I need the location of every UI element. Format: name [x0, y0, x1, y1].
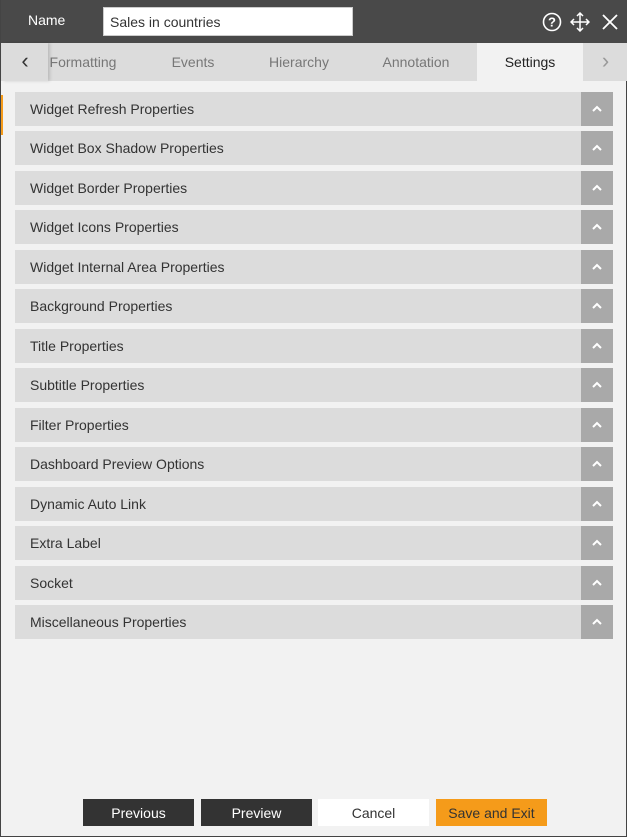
previous-button[interactable]: Previous [83, 799, 194, 826]
help-icon[interactable]: ? [542, 12, 562, 32]
tab-scroll-right-button[interactable]: › [583, 43, 627, 81]
tab-formatting[interactable]: Formatting [48, 43, 118, 81]
section-header[interactable]: Socket [15, 565, 613, 600]
chevron-up-icon[interactable] [581, 407, 613, 442]
section-header[interactable]: Filter Properties [15, 407, 613, 442]
chevron-up-icon[interactable] [581, 368, 613, 403]
section-label: Widget Border Properties [30, 179, 188, 196]
section-label: Miscellaneous Properties [30, 613, 187, 630]
chevron-up-icon[interactable] [581, 170, 613, 205]
section-header[interactable]: Widget Box Shadow Properties [15, 131, 613, 166]
tab-annotation[interactable]: Annotation [366, 43, 466, 81]
section-header[interactable]: Widget Internal Area Properties [15, 249, 613, 284]
section-label: Widget Refresh Properties [30, 101, 195, 117]
close-icon[interactable] [600, 12, 620, 32]
header: Name ? [1, 0, 627, 43]
name-label: Name [28, 12, 66, 28]
preview-button[interactable]: Preview [201, 799, 312, 826]
section-header[interactable]: Widget Refresh Properties [15, 92, 613, 126]
section-label: Widget Internal Area Properties [30, 258, 225, 275]
section-header[interactable]: Background Properties [15, 289, 613, 324]
section-header[interactable]: Miscellaneous Properties [15, 604, 613, 639]
section-label: Widget Icons Properties [30, 219, 179, 236]
accent-bar [1, 95, 3, 135]
section-header[interactable]: Title Properties [15, 328, 613, 363]
chevron-up-icon[interactable] [581, 486, 613, 521]
chevron-up-icon[interactable] [581, 210, 613, 245]
chevron-up-icon[interactable] [581, 604, 613, 639]
section-label: Title Properties [30, 337, 124, 354]
tab-events[interactable]: Events [151, 43, 235, 81]
section-label: Socket [30, 574, 73, 591]
chevron-up-icon[interactable] [581, 526, 613, 561]
svg-text:?: ? [548, 15, 556, 30]
chevron-up-icon[interactable] [581, 249, 613, 284]
tab-settings[interactable]: Settings [477, 43, 583, 81]
section-label: Background Properties [30, 298, 173, 315]
tab-hierarchy[interactable]: Hierarchy [251, 43, 347, 81]
chevron-up-icon[interactable] [581, 447, 613, 482]
chevron-up-icon[interactable] [581, 565, 613, 600]
chevron-up-icon[interactable] [581, 328, 613, 363]
name-input[interactable] [103, 7, 353, 36]
cancel-button[interactable]: Cancel [318, 799, 429, 826]
section-label: Subtitle Properties [30, 377, 145, 394]
chevron-up-icon[interactable] [581, 92, 613, 126]
tab-scroll-left-button[interactable]: ‹ [2, 43, 48, 81]
section-label: Filter Properties [30, 416, 129, 433]
section-label: Dynamic Auto Link [30, 495, 146, 512]
section-header[interactable]: Subtitle Properties [15, 368, 613, 403]
widget-settings-panel: Name ? Formatting Events Hierarchy Annot… [0, 0, 627, 837]
section-header[interactable]: Extra Label [15, 526, 613, 561]
section-label: Widget Box Shadow Properties [30, 140, 224, 157]
section-header[interactable]: Widget Icons Properties [15, 210, 613, 245]
section-header[interactable]: Widget Border Properties [15, 170, 613, 205]
move-icon[interactable] [570, 12, 590, 32]
section-label: Extra Label [30, 535, 101, 552]
chevron-up-icon[interactable] [581, 131, 613, 166]
section-header[interactable]: Dynamic Auto Link [15, 486, 613, 521]
section-label: Dashboard Preview Options [30, 456, 205, 473]
section-header[interactable]: Dashboard Preview Options [15, 447, 613, 482]
tab-bar: Formatting Events Hierarchy Annotation S… [1, 43, 627, 81]
save-and-exit-button[interactable]: Save and Exit [436, 799, 547, 826]
chevron-up-icon[interactable] [581, 289, 613, 324]
